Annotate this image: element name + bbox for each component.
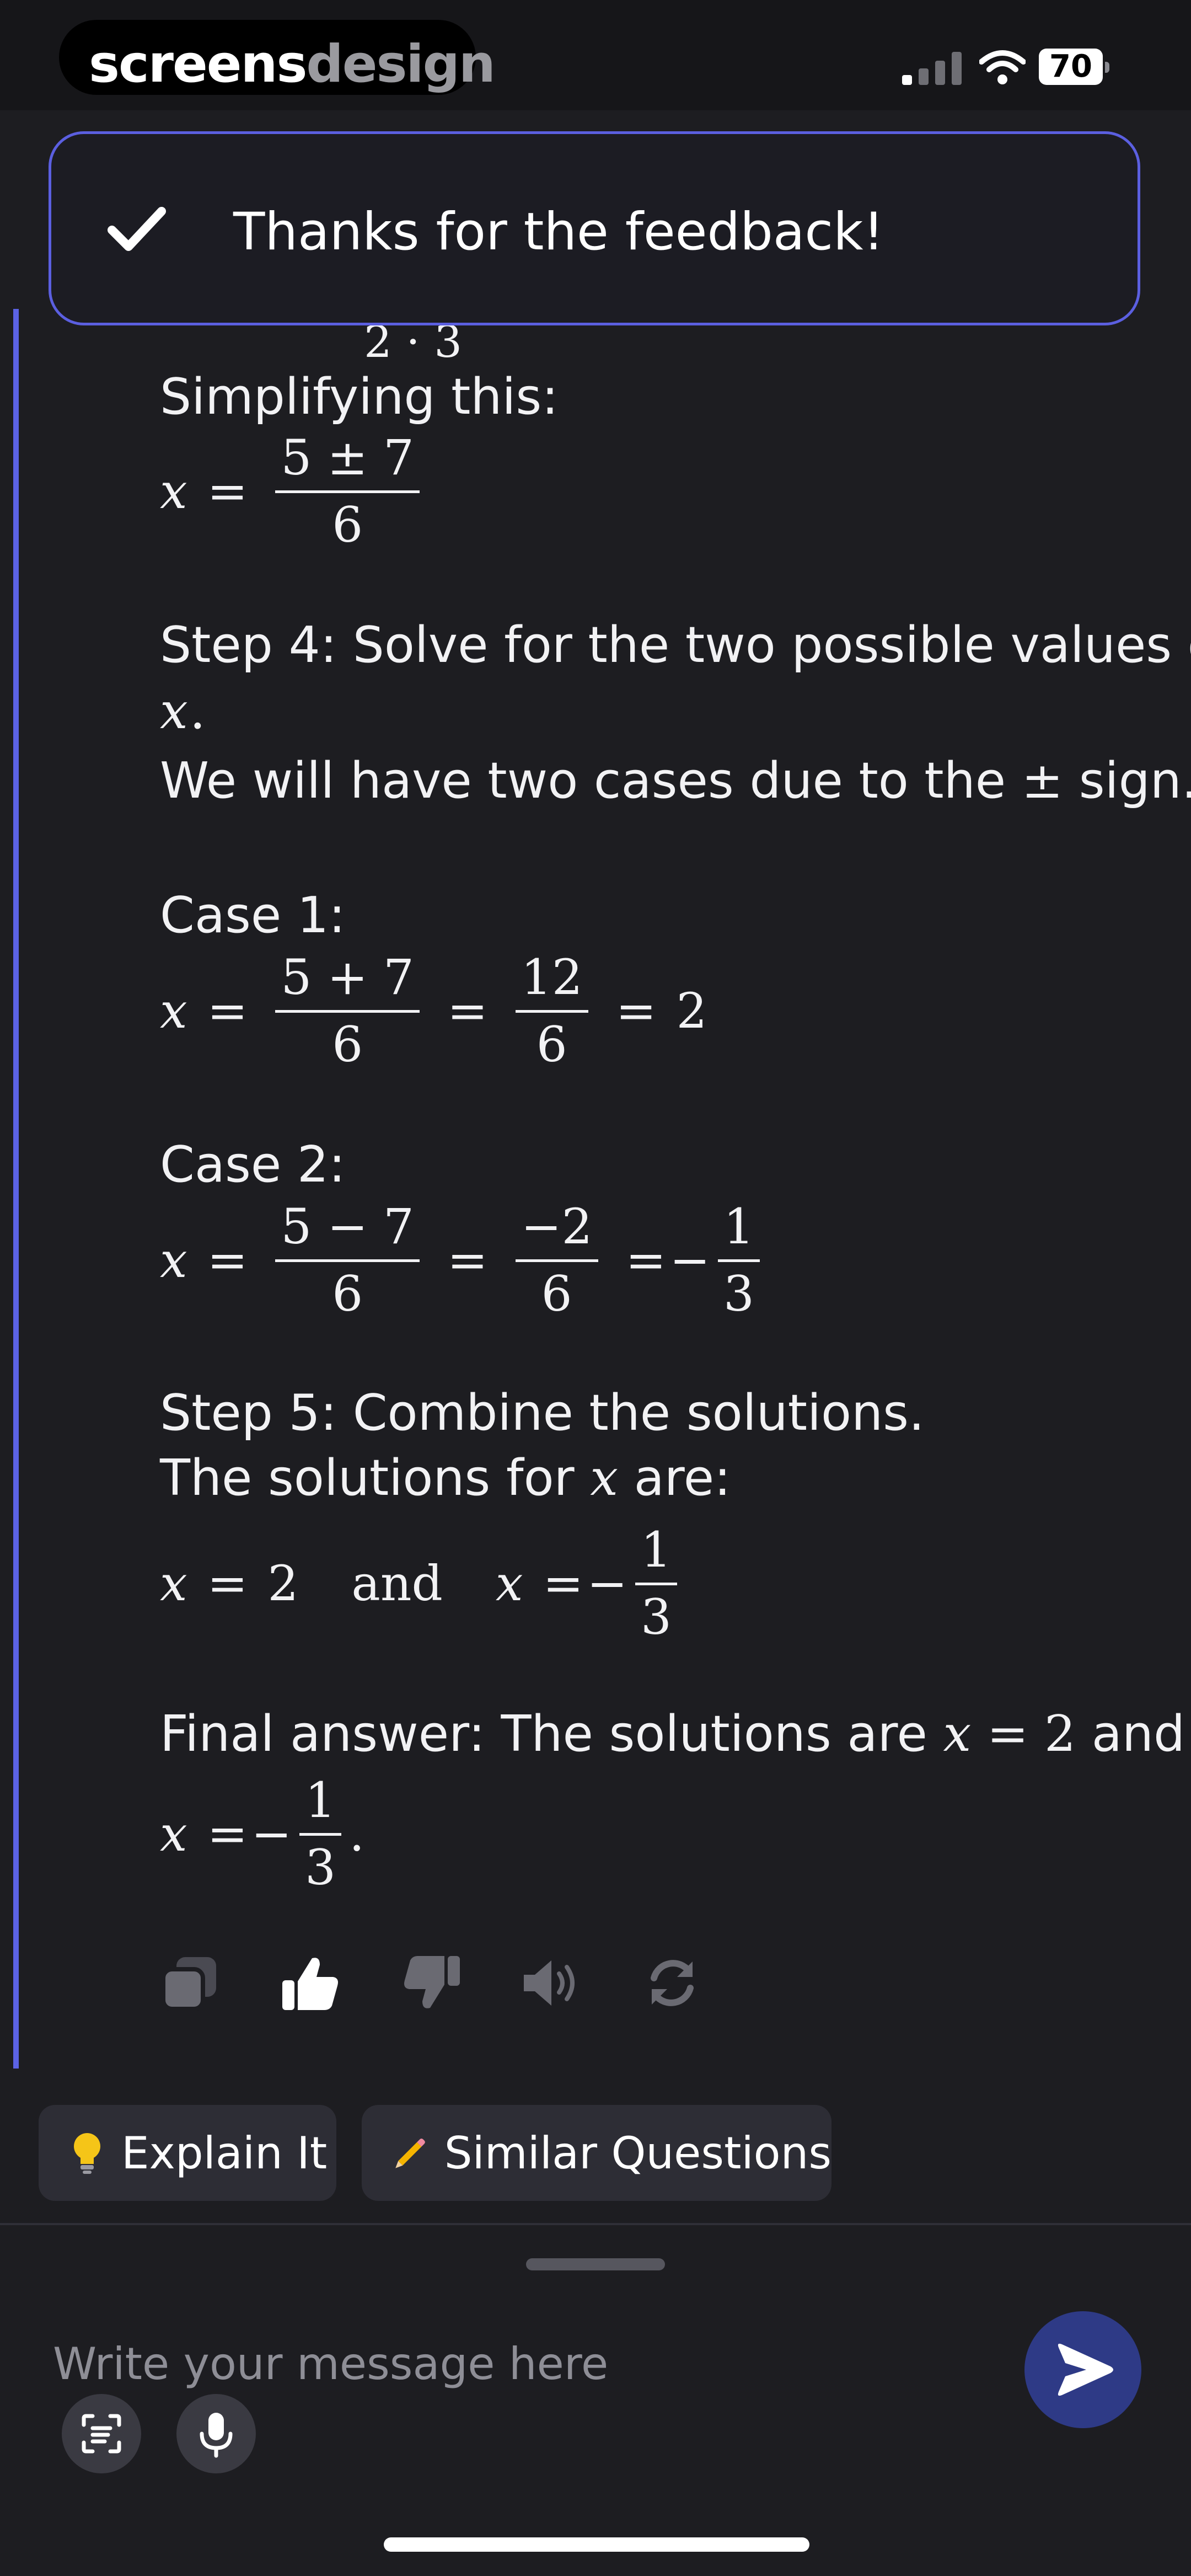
case1-label: Case 1: bbox=[160, 886, 346, 944]
send-icon bbox=[1058, 2343, 1113, 2396]
fraction: 13 bbox=[299, 1772, 342, 1896]
fraction: 13 bbox=[635, 1521, 677, 1645]
case2-label: Case 2: bbox=[160, 1136, 346, 1194]
thumbs-up-icon[interactable] bbox=[280, 1953, 341, 2013]
brand-name-strong: screens bbox=[89, 34, 307, 94]
brand-name-light: design bbox=[306, 34, 495, 94]
response-accent-bar bbox=[13, 309, 19, 2069]
step4-line2: We will have two cases due to the ± sign… bbox=[160, 752, 1191, 810]
scan-text-icon bbox=[82, 2414, 121, 2454]
battery-nub bbox=[1105, 62, 1109, 73]
pencil-icon bbox=[395, 2138, 425, 2168]
thumbs-down-icon[interactable] bbox=[401, 1953, 462, 2013]
fraction: 5 + 76 bbox=[275, 949, 420, 1073]
fraction: 5 − 76 bbox=[275, 1198, 420, 1322]
equation-case1: x = 5 + 76 = 12 6 = 2 bbox=[160, 949, 707, 1073]
final-answer-line2: x = − 13 . bbox=[160, 1772, 365, 1896]
wifi-icon bbox=[979, 50, 1026, 84]
battery-level: 70 bbox=[1039, 49, 1103, 85]
microphone-icon bbox=[200, 2413, 233, 2458]
fraction: 13 bbox=[717, 1198, 760, 1322]
brand-logo: screensdesign bbox=[59, 20, 496, 95]
battery-indicator: 70 bbox=[1039, 49, 1116, 85]
home-indicator bbox=[384, 2537, 809, 2552]
fraction: 12 6 bbox=[515, 949, 588, 1073]
step5-line2: The solutions for x are: bbox=[160, 1449, 731, 1507]
similar-questions-button[interactable]: Similar Questions bbox=[362, 2105, 831, 2201]
fraction: −2 6 bbox=[515, 1198, 598, 1322]
cellular-signal-icon bbox=[902, 52, 962, 85]
message-input[interactable] bbox=[52, 2330, 964, 2397]
composer-divider bbox=[0, 2223, 1191, 2225]
step4-var: x bbox=[160, 682, 188, 740]
toast-message: Thanks for the feedback! bbox=[233, 202, 884, 262]
equation-case2: x = 5 − 76 = −2 6 = − 13 bbox=[160, 1198, 768, 1322]
step4-line1: Step 4: Solve for the two possible value… bbox=[160, 616, 1191, 674]
explain-it-button[interactable]: Explain It bbox=[39, 2105, 336, 2201]
step5-line1: Step 5: Combine the solutions. bbox=[160, 1384, 925, 1442]
drag-handle[interactable] bbox=[526, 2258, 665, 2270]
scan-button[interactable] bbox=[62, 2394, 141, 2473]
similar-questions-label: Similar Questions bbox=[444, 2127, 831, 2179]
refresh-icon[interactable] bbox=[642, 1953, 702, 2013]
copy-icon[interactable] bbox=[160, 1953, 221, 2013]
speaker-icon[interactable] bbox=[521, 1953, 581, 2013]
send-button[interactable] bbox=[1024, 2311, 1141, 2428]
lightbulb-icon bbox=[74, 2133, 100, 2174]
feedback-toast: Thanks for the feedback! bbox=[49, 131, 1140, 325]
eq-lhs: x bbox=[160, 463, 187, 520]
microphone-button[interactable] bbox=[176, 2394, 256, 2473]
final-answer-line1: Final answer: The solutions are x = 2 an… bbox=[160, 1705, 1185, 1763]
check-icon bbox=[108, 207, 166, 251]
equation-simplify: x = 5 ± 76 bbox=[160, 429, 427, 553]
fraction: 5 ± 76 bbox=[275, 429, 420, 553]
simplifying-label: Simplifying this: bbox=[160, 368, 559, 426]
equation-solutions: x = 2 and x = − 13 bbox=[160, 1521, 685, 1645]
explain-it-label: Explain It bbox=[121, 2127, 328, 2179]
